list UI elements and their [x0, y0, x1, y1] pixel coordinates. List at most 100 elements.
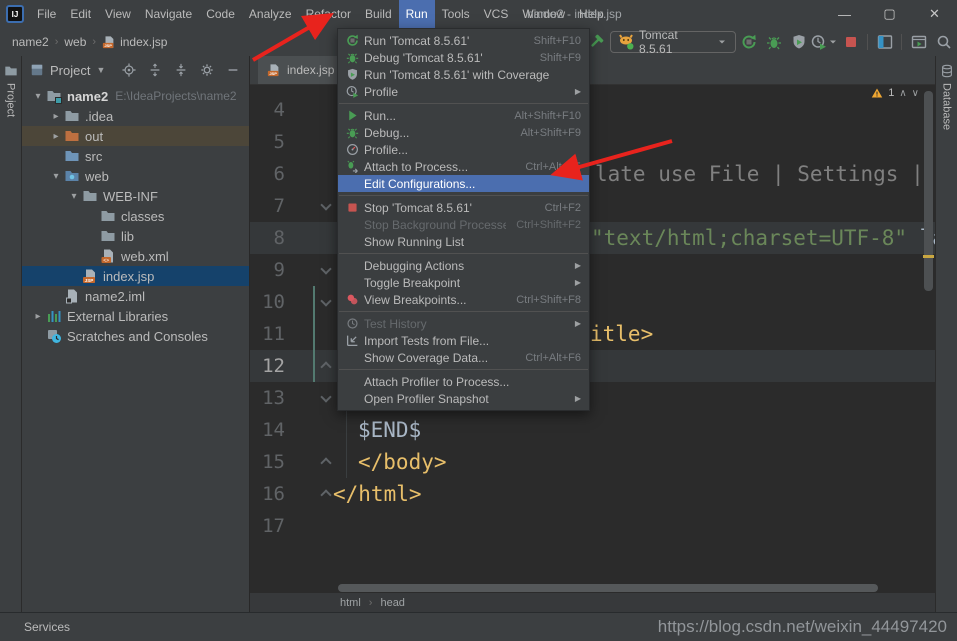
- tree-item-web[interactable]: ▾web: [22, 166, 249, 186]
- profile-button[interactable]: [812, 30, 838, 54]
- tree-item-external-libraries[interactable]: ▸External Libraries: [22, 306, 249, 326]
- run-button[interactable]: [736, 30, 761, 54]
- breadcrumb-item-index-jsp[interactable]: JSPindex.jsp: [102, 35, 167, 49]
- coverage-button[interactable]: [787, 30, 812, 54]
- svg-text:JSP: JSP: [269, 71, 277, 76]
- code-line-14[interactable]: 14$END$: [250, 414, 935, 446]
- maximize-button[interactable]: ▢: [867, 0, 912, 28]
- menubar-item-build[interactable]: Build: [358, 0, 399, 28]
- tree-item-web-inf[interactable]: ▾WEB-INF: [22, 186, 249, 206]
- tree-item-src[interactable]: src: [22, 146, 249, 166]
- menubar-item-tools[interactable]: Tools: [435, 0, 477, 28]
- tree-collapsed-icon[interactable]: ▸: [48, 111, 64, 122]
- horizontal-scrollbar[interactable]: [338, 584, 878, 592]
- tree-expanded-icon[interactable]: ▾: [48, 171, 64, 182]
- stop-button[interactable]: [838, 30, 863, 54]
- fold-marker-icon[interactable]: [321, 201, 331, 211]
- menubar-item-analyze[interactable]: Analyze: [242, 0, 299, 28]
- editor-breadcrumb-head[interactable]: head: [380, 597, 404, 609]
- run-menu-item-edit-configurations[interactable]: Edit Configurations...: [338, 175, 589, 192]
- run-menu-item-view-breakpoints[interactable]: View Breakpoints...Ctrl+Shift+F8: [338, 291, 589, 308]
- tree-item-web-xml[interactable]: <>web.xml: [22, 246, 249, 266]
- run-menu-item-show-coverage-data[interactable]: Show Coverage Data...Ctrl+Alt+F6: [338, 349, 589, 366]
- run-menu-item-run-tomcat-8-5-61-with-coverage[interactable]: Run 'Tomcat 8.5.61' with Coverage: [338, 66, 589, 83]
- run-menu-item-run[interactable]: Run...Alt+Shift+F10: [338, 107, 589, 124]
- folder-src-icon: [64, 148, 80, 164]
- vertical-scrollbar[interactable]: [924, 91, 933, 291]
- run-menu-item-show-running-list[interactable]: Show Running List: [338, 233, 589, 250]
- run-menu-item-debug[interactable]: Debug...Alt+Shift+F9: [338, 124, 589, 141]
- menubar-item-vcs[interactable]: VCS: [477, 0, 516, 28]
- file-iml-icon: [64, 288, 80, 304]
- debug-button[interactable]: [761, 30, 786, 54]
- collapse-all-button[interactable]: [173, 62, 189, 78]
- error-stripe-mark[interactable]: [923, 255, 934, 258]
- project-panel-title[interactable]: Project: [50, 63, 90, 78]
- run-menu-item-run-tomcat-8-5-61[interactable]: Run 'Tomcat 8.5.61'Shift+F10: [338, 32, 589, 49]
- run-menu-item-stop-background-processes[interactable]: Stop Background Processes...Ctrl+Shift+F…: [338, 216, 589, 233]
- tool-windows-button[interactable]: [872, 30, 897, 54]
- run-menu-item-attach-profiler-to-process[interactable]: Attach Profiler to Process...: [338, 373, 589, 390]
- tree-collapsed-icon[interactable]: ▸: [30, 311, 46, 322]
- fold-marker-icon[interactable]: [321, 265, 331, 275]
- tree-expanded-icon[interactable]: ▾: [66, 191, 82, 202]
- project-stripe-button[interactable]: Project: [5, 83, 17, 117]
- next-warning-icon[interactable]: ∨: [912, 88, 919, 99]
- menubar-item-run[interactable]: Run: [399, 0, 435, 28]
- breadcrumb-item-web[interactable]: web: [64, 35, 86, 49]
- tree-item-classes[interactable]: classes: [22, 206, 249, 226]
- run-menu-item-profile[interactable]: Profile...: [338, 141, 589, 158]
- run-menu-item-toggle-breakpoint[interactable]: Toggle Breakpoint▶: [338, 274, 589, 291]
- debug-icon: [766, 34, 782, 50]
- fold-marker-icon[interactable]: [321, 489, 331, 499]
- run-menu-item-import-tests-from-file[interactable]: Import Tests from File...: [338, 332, 589, 349]
- breadcrumb-item-name2[interactable]: name2: [12, 35, 49, 49]
- code-line-15[interactable]: 15</body>: [250, 446, 935, 478]
- breakpoints-icon: [346, 293, 364, 306]
- settings-button[interactable]: [199, 62, 215, 78]
- tree-item-out[interactable]: ▸out: [22, 126, 249, 146]
- tree-item-idea[interactable]: ▸.idea: [22, 106, 249, 126]
- inspections-widget[interactable]: 1 ∧ ∨: [871, 87, 919, 99]
- tree-item-name2-iml[interactable]: name2.iml: [22, 286, 249, 306]
- tree-item-name2[interactable]: ▾name2E:\IdeaProjects\name2: [22, 86, 249, 106]
- database-stripe-button[interactable]: Database: [941, 83, 953, 130]
- run-configuration-select[interactable]: Tomcat 8.5.61: [610, 31, 736, 53]
- fold-marker-icon[interactable]: [321, 361, 331, 371]
- expand-all-button[interactable]: [147, 62, 163, 78]
- run-menu-item-profile[interactable]: Profile▶: [338, 83, 589, 100]
- menubar-item-file[interactable]: File: [30, 0, 63, 28]
- run-anything-button[interactable]: [906, 30, 931, 54]
- tree-collapsed-icon[interactable]: ▸: [48, 131, 64, 142]
- fold-marker-icon[interactable]: [321, 457, 331, 467]
- menubar-item-refactor[interactable]: Refactor: [299, 0, 358, 28]
- tree-item-index-jsp[interactable]: JSPindex.jsp: [22, 266, 249, 286]
- close-button[interactable]: ✕: [912, 0, 957, 28]
- menubar-item-code[interactable]: Code: [199, 0, 242, 28]
- prev-warning-icon[interactable]: ∧: [899, 88, 906, 99]
- code-line-17[interactable]: 17: [250, 510, 935, 542]
- run-menu-item-open-profiler-snapshot[interactable]: Open Profiler Snapshot▶: [338, 390, 589, 407]
- fold-marker-icon[interactable]: [321, 297, 331, 307]
- search-everywhere-button[interactable]: [932, 30, 957, 54]
- run-menu-item-debugging-actions[interactable]: Debugging Actions▶: [338, 257, 589, 274]
- tree-item-scratches-and-consoles[interactable]: Scratches and Consoles: [22, 326, 249, 346]
- run-menu-item-debug-tomcat-8-5-61[interactable]: Debug 'Tomcat 8.5.61'Shift+F9: [338, 49, 589, 66]
- tree-item-lib[interactable]: lib: [22, 226, 249, 246]
- locate-file-button[interactable]: [121, 62, 137, 78]
- minimize-button[interactable]: —: [822, 0, 867, 28]
- tree-expanded-icon[interactable]: ▾: [30, 91, 46, 102]
- menubar-item-navigate[interactable]: Navigate: [138, 0, 199, 28]
- services-button[interactable]: Services: [24, 613, 70, 641]
- code-line-16[interactable]: 16</html>: [250, 478, 935, 510]
- menubar-item-view[interactable]: View: [98, 0, 138, 28]
- run-menu-item-stop-tomcat-8-5-61[interactable]: Stop 'Tomcat 8.5.61'Ctrl+F2: [338, 199, 589, 216]
- menubar-item-edit[interactable]: Edit: [63, 0, 98, 28]
- hide-panel-button[interactable]: [225, 62, 241, 78]
- run-menu-item-attach-to-process[interactable]: Attach to Process...Ctrl+Alt+F5: [338, 158, 589, 175]
- chevron-down-icon[interactable]: ▼: [96, 65, 105, 75]
- editor-breadcrumb-html[interactable]: html: [340, 597, 361, 609]
- build-hammer-icon[interactable]: [588, 34, 604, 50]
- fold-marker-icon[interactable]: [321, 393, 331, 403]
- run-menu-item-test-history[interactable]: Test History▶: [338, 315, 589, 332]
